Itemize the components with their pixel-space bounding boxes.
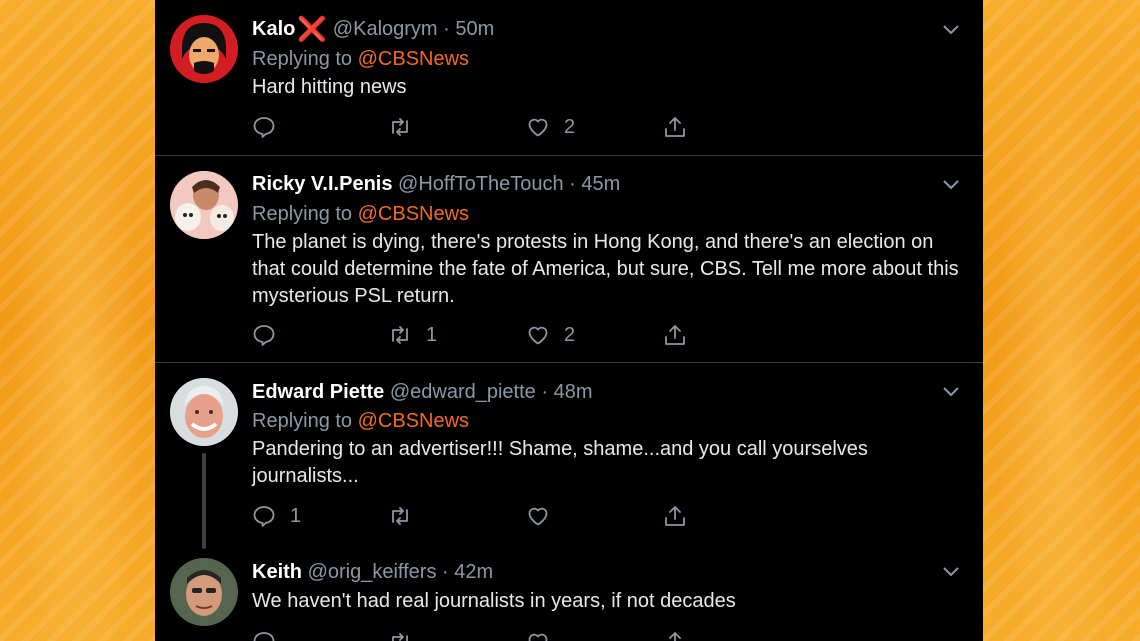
retweet-button[interactable]: [388, 629, 412, 641]
reply-icon: [253, 506, 275, 527]
reply-icon: [253, 632, 275, 641]
tweet-text: We haven't had real journalists in years…: [252, 590, 736, 612]
tweet-text: Hard hitting news: [252, 76, 407, 98]
like-count: 2: [564, 323, 576, 346]
timestamp[interactable]: 42m: [454, 561, 493, 583]
avatar[interactable]: [170, 558, 238, 626]
replying-prefix: Replying to: [252, 48, 353, 70]
chevron-down-icon[interactable]: [941, 561, 961, 581]
display-name[interactable]: Edward Piette: [252, 381, 384, 403]
tweet-edward[interactable]: Edward Piette @edward_piette · 48m Reply…: [155, 363, 983, 553]
reply-icon: [253, 325, 275, 346]
reply-button[interactable]: [252, 114, 290, 140]
red-x-emoji: ❌: [297, 16, 328, 43]
retweet-count: 1: [426, 323, 438, 346]
like-button[interactable]: 2: [526, 322, 575, 348]
retweet-icon: [392, 633, 408, 641]
retweet-icon: [392, 507, 408, 525]
share-button[interactable]: [663, 629, 687, 641]
display-name[interactable]: Kalo: [252, 18, 295, 40]
display-name[interactable]: Ricky V.I.Penis: [252, 173, 392, 195]
tweet-header: Edward Piette @edward_piette · 48m: [252, 380, 592, 404]
mention-link[interactable]: @CBSNews: [358, 410, 469, 432]
chevron-down-icon[interactable]: [941, 19, 961, 39]
avatar[interactable]: [170, 171, 238, 239]
separator-dot: ·: [442, 561, 449, 583]
right-orange-frame: [983, 0, 1140, 641]
retweet-button[interactable]: 1: [388, 322, 437, 348]
replying-to: Replying to @CBSNews: [252, 409, 469, 433]
tweet-text: The planet is dying, there's protests in…: [252, 231, 959, 307]
reply-icon: [253, 117, 275, 138]
share-button[interactable]: [663, 114, 687, 140]
user-handle[interactable]: @orig_keiffers: [308, 561, 437, 583]
chevron-down-icon[interactable]: [941, 381, 961, 401]
tweet-header: Kalo❌ @Kalogrym · 50m: [252, 17, 494, 42]
tweet-header: Ricky V.I.Penis @HoffToTheTouch · 45m: [252, 172, 620, 196]
separator-dot: ·: [443, 18, 450, 40]
chevron-down-icon[interactable]: [941, 174, 961, 194]
share-icon: [669, 632, 681, 641]
share-button[interactable]: [663, 322, 687, 348]
user-handle[interactable]: @edward_piette: [390, 381, 536, 403]
like-icon: [528, 326, 548, 345]
tweet-kalo[interactable]: Kalo❌ @Kalogrym · 50m Replying to @CBSNe…: [155, 0, 983, 155]
retweet-icon: [392, 118, 408, 136]
share-button[interactable]: [663, 503, 687, 529]
replying-to: Replying to @CBSNews: [252, 47, 469, 71]
replying-prefix: Replying to: [252, 203, 353, 225]
tweet-actions: [252, 629, 712, 641]
tweet-text: Pandering to an advertiser!!! Shame, sha…: [252, 438, 868, 487]
share-icon: [665, 117, 685, 137]
avatar[interactable]: [170, 15, 238, 83]
replying-to: Replying to @CBSNews: [252, 202, 469, 226]
avatar[interactable]: [170, 378, 238, 446]
reply-button[interactable]: [252, 629, 276, 641]
tweet-keith[interactable]: Keith @orig_keiffers · 42m We haven't ha…: [155, 543, 983, 641]
tweet-header: Keith @orig_keiffers · 42m: [252, 560, 493, 584]
timestamp[interactable]: 48m: [554, 381, 593, 403]
display-name[interactable]: Keith: [252, 561, 302, 583]
retweet-icon: [392, 326, 408, 344]
separator-dot: ·: [569, 173, 576, 195]
timestamp[interactable]: 50m: [455, 18, 494, 40]
tweet-actions: 2: [252, 114, 712, 140]
like-button[interactable]: [526, 503, 564, 529]
like-icon: [528, 507, 548, 526]
reply-button[interactable]: [252, 322, 290, 348]
tweet-ricky[interactable]: Ricky V.I.Penis @HoffToTheTouch · 45m Re…: [155, 156, 983, 362]
like-icon: [528, 633, 548, 641]
share-icon: [665, 325, 685, 345]
left-orange-frame: [0, 0, 155, 641]
tweet-actions: 1 2: [252, 322, 712, 348]
user-handle[interactable]: @HoffToTheTouch: [398, 173, 564, 195]
retweet-button[interactable]: [388, 114, 426, 140]
user-handle[interactable]: @Kalogrym: [333, 18, 438, 40]
like-button[interactable]: [526, 629, 550, 641]
like-icon: [528, 118, 548, 137]
mention-link[interactable]: @CBSNews: [358, 48, 469, 70]
tweet-feed: Kalo❌ @Kalogrym · 50m Replying to @CBSNe…: [155, 0, 983, 641]
retweet-button[interactable]: [388, 503, 426, 529]
share-icon: [665, 506, 685, 526]
separator-dot: ·: [541, 381, 549, 403]
like-button[interactable]: 2: [526, 114, 575, 140]
like-count: 2: [564, 115, 576, 138]
reply-button[interactable]: 1: [252, 503, 301, 529]
timestamp[interactable]: 45m: [581, 173, 620, 195]
tweet-actions: 1: [252, 503, 712, 529]
replying-prefix: Replying to: [252, 410, 353, 432]
reply-count: 1: [290, 504, 302, 527]
thread-connector: [202, 453, 206, 549]
mention-link[interactable]: @CBSNews: [358, 203, 469, 225]
